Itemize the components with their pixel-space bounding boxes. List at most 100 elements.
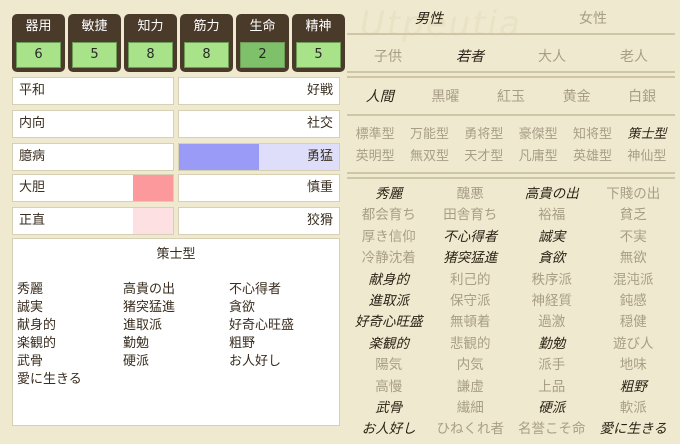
attribute-option[interactable]: 裕福	[511, 205, 593, 226]
trait-left-cell[interactable]: 内向	[12, 110, 174, 138]
attribute-option[interactable]: 猪突猛進	[430, 248, 512, 269]
type-option[interactable]: 英明型	[348, 146, 402, 168]
trait-left-cell[interactable]: 臆病	[12, 143, 174, 171]
attribute-option[interactable]: 無欲	[593, 248, 675, 269]
trait-right-label: 慎重	[306, 180, 333, 195]
trait-left-cell[interactable]: 平和	[12, 77, 174, 105]
attribute-option[interactable]: 冷静沈着	[348, 248, 430, 269]
race-option[interactable]: 黄金	[544, 88, 610, 106]
age-option[interactable]: 老人	[593, 48, 675, 66]
divider	[347, 71, 675, 73]
attribute-option[interactable]: 楽観的	[348, 334, 430, 355]
attribute-option[interactable]: 硬派	[511, 398, 593, 419]
type-option[interactable]: 標準型	[348, 124, 402, 146]
attribute-option[interactable]: 鈍感	[593, 291, 675, 312]
attribute-option[interactable]: 悲観的	[430, 334, 512, 355]
attribute-option[interactable]: 過激	[511, 312, 593, 333]
attribute-option[interactable]: 都会育ち	[348, 205, 430, 226]
type-summary-trait: 愛に生きる	[17, 372, 82, 387]
attribute-option[interactable]: 厚き信仰	[348, 227, 430, 248]
divider	[347, 76, 675, 78]
attribute-option[interactable]: 武骨	[348, 398, 430, 419]
attribute-option[interactable]: 貪欲	[511, 248, 593, 269]
attribute-option[interactable]: 繊細	[430, 398, 512, 419]
attribute-option[interactable]: 上品	[511, 377, 593, 398]
attribute-option[interactable]: 混沌派	[593, 270, 675, 291]
attribute-option[interactable]: 高慢	[348, 377, 430, 398]
type-summary-trait: 武骨	[17, 354, 44, 369]
type-option[interactable]: 神仙型	[620, 146, 674, 168]
attribute-option[interactable]: 不実	[593, 227, 675, 248]
stat-value: 8	[128, 42, 173, 68]
attribute-option[interactable]: 高貴の出	[511, 184, 593, 205]
trait-right-cell[interactable]: 狡猾	[178, 207, 340, 235]
type-summary-trait: 粗野	[229, 336, 256, 351]
attribute-option[interactable]: 献身的	[348, 270, 430, 291]
attribute-option[interactable]: ひねくれ者	[430, 419, 512, 440]
attribute-option[interactable]: 謙虚	[430, 377, 512, 398]
attribute-option[interactable]: 名誉こそ命	[511, 419, 593, 440]
trait-right-cell[interactable]: 好戦	[178, 77, 340, 105]
age-option[interactable]: 大人	[511, 48, 593, 66]
attribute-option[interactable]: 愛に生きる	[593, 419, 675, 440]
type-option[interactable]: 凡庸型	[511, 146, 565, 168]
attribute-option[interactable]: お人好し	[348, 419, 430, 440]
stat-value: 8	[184, 42, 229, 68]
attribute-option[interactable]: 貧乏	[593, 205, 675, 226]
attribute-option[interactable]: 醜悪	[430, 184, 512, 205]
attribute-option[interactable]: 誠実	[511, 227, 593, 248]
type-summary-trait: 硬派	[123, 354, 150, 369]
stat-agility: 敏捷 5	[68, 14, 121, 72]
gender-option[interactable]: 男性	[347, 10, 511, 28]
attribute-option[interactable]: 好奇心旺盛	[348, 312, 430, 333]
trait-right-cell[interactable]: 社交	[178, 110, 340, 138]
gender-option[interactable]: 女性	[511, 10, 675, 28]
stat-value: 6	[16, 42, 61, 68]
stat-label: 生命	[249, 19, 276, 34]
attribute-option[interactable]: 内気	[430, 355, 512, 376]
attribute-option[interactable]: 派手	[511, 355, 593, 376]
type-summary-trait: 楽観的	[17, 336, 57, 351]
type-summary-trait: 不心得者	[229, 282, 282, 297]
attribute-option[interactable]: 遊び人	[593, 334, 675, 355]
type-option[interactable]: 知将型	[565, 124, 619, 146]
attribute-option[interactable]: 陽気	[348, 355, 430, 376]
trait-right-cell[interactable]: 勇猛	[178, 143, 340, 171]
type-summary-trait: 勤勉	[123, 336, 150, 351]
attribute-option[interactable]: 秩序派	[511, 270, 593, 291]
type-option[interactable]: 無双型	[402, 146, 456, 168]
attribute-option[interactable]: 穏健	[593, 312, 675, 333]
age-option[interactable]: 若者	[429, 48, 511, 66]
race-option[interactable]: 人間	[347, 88, 413, 106]
attribute-option[interactable]: 軟派	[593, 398, 675, 419]
attribute-selector: 秀麗 醜悪 高貴の出 下賤の出都会育ち 田舎育ち 裕福 貧乏厚き信仰 不心得者 誠実 不実冷静沈着…	[348, 184, 674, 441]
attribute-option[interactable]: 下賤の出	[593, 184, 675, 205]
attribute-option[interactable]: 地味	[593, 355, 675, 376]
type-option[interactable]: 策士型	[620, 124, 674, 146]
race-option[interactable]: 紅玉	[478, 88, 544, 106]
attribute-option[interactable]: 利己的	[430, 270, 512, 291]
trait-right-label: 好戦	[306, 83, 333, 98]
attribute-option[interactable]: 勤勉	[511, 334, 593, 355]
trait-right-cell[interactable]: 慎重	[178, 174, 340, 202]
type-option[interactable]: 万能型	[402, 124, 456, 146]
attribute-option[interactable]: 無頓着	[430, 312, 512, 333]
trait-left-cell[interactable]: 大胆	[12, 174, 174, 202]
trait-left-cell[interactable]: 正直	[12, 207, 174, 235]
attribute-option[interactable]: 粗野	[593, 377, 675, 398]
type-option[interactable]: 天才型	[457, 146, 511, 168]
attribute-option[interactable]: 田舎育ち	[430, 205, 512, 226]
attribute-option[interactable]: 不心得者	[430, 227, 512, 248]
race-option[interactable]: 黒曜	[413, 88, 479, 106]
type-option[interactable]: 豪傑型	[511, 124, 565, 146]
age-option[interactable]: 子供	[347, 48, 429, 66]
attribute-option[interactable]: 進取派	[348, 291, 430, 312]
attribute-option[interactable]: 秀麗	[348, 184, 430, 205]
type-summary-trait: 猪突猛進	[123, 300, 176, 315]
attribute-option[interactable]: 保守派	[430, 291, 512, 312]
age-selector: 子供 若者 大人 老人	[347, 48, 675, 66]
type-option[interactable]: 英雄型	[565, 146, 619, 168]
type-option[interactable]: 勇将型	[457, 124, 511, 146]
race-option[interactable]: 白銀	[609, 88, 675, 106]
attribute-option[interactable]: 神経質	[511, 291, 593, 312]
